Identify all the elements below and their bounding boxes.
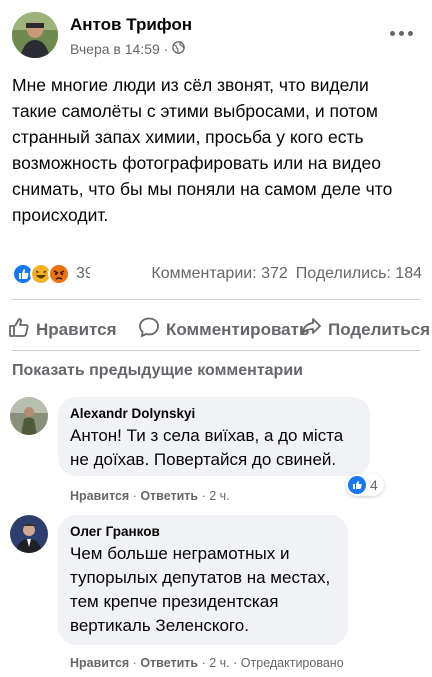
stats-right: Комментарии: 372 Поделились: 184	[151, 265, 422, 283]
comment-reply-link[interactable]: Ответить	[140, 656, 198, 670]
speech-bubble-icon	[138, 316, 160, 343]
commenter-name[interactable]: Олег Гранков	[70, 524, 336, 539]
divider-top	[12, 299, 420, 300]
angry-icon	[48, 263, 70, 285]
comment-like-link[interactable]: Нравится	[70, 656, 129, 670]
comment-bubble: Олег Гранков Чем больше неграмотных и ту…	[58, 515, 348, 645]
author-name[interactable]: Антов Трифон	[70, 15, 192, 35]
like-icon	[348, 476, 366, 494]
comment-actions: Нравится · Ответить · 2 ч.	[70, 489, 230, 503]
comment-time[interactable]: 2 ч.	[209, 656, 229, 670]
comments-count[interactable]: Комментарии: 372	[151, 265, 287, 283]
post-header: Антов Трифон Вчера в 14:59 ·	[12, 12, 420, 62]
separator: ·	[233, 656, 238, 670]
meta-separator: ·	[163, 41, 169, 57]
comment-actions: Нравится · Ответить · 2 ч. · Отредактиро…	[70, 656, 344, 670]
share-arrow-icon	[300, 316, 322, 343]
reactions-summary[interactable]	[12, 263, 70, 285]
comment-text: Чем больше неграмотных и тупорылых депут…	[70, 544, 331, 635]
thumbs-up-icon	[8, 316, 30, 343]
post-body: Мне многие люди из сёл звонят, что видел…	[12, 75, 393, 225]
shares-count[interactable]: Поделились: 184	[296, 265, 422, 283]
separator: ·	[201, 489, 206, 503]
comment-text: Антон! Ти з села виїхав, а до міста не д…	[70, 426, 344, 469]
comment-reply-link[interactable]: Ответить	[140, 489, 198, 503]
edited-label: Отредактировано	[240, 656, 344, 670]
comment-like-link[interactable]: Нравится	[70, 489, 129, 503]
share-label: Поделиться	[328, 319, 431, 339]
more-options-icon[interactable]	[386, 22, 416, 44]
separator: ·	[132, 489, 137, 503]
comment-button[interactable]: Комментировать	[138, 316, 309, 343]
separator: ·	[132, 656, 137, 670]
divider-bottom	[12, 350, 420, 351]
comment-time[interactable]: 2 ч.	[209, 489, 229, 503]
post-time[interactable]: Вчера в 14:59	[70, 41, 160, 57]
commenter-name[interactable]: Alexandr Dolynskyi	[70, 406, 358, 421]
separator: ·	[201, 656, 206, 670]
like-button[interactable]: Нравится	[8, 316, 117, 343]
share-button[interactable]: Поделиться	[300, 316, 430, 343]
comment-label: Комментировать	[166, 319, 310, 339]
comment-reaction-count: 4	[370, 477, 378, 493]
reaction-count[interactable]: 39	[76, 265, 90, 283]
comment-bubble: Alexandr Dolynskyi Антон! Ти з села виїх…	[58, 397, 370, 476]
commenter-avatar[interactable]	[10, 515, 48, 553]
globe-icon	[172, 41, 186, 57]
post-meta: Вчера в 14:59 ·	[70, 41, 186, 57]
show-previous-comments[interactable]: Показать предыдущие комментарии	[12, 362, 303, 380]
post-actions: Нравится Комментировать Поделиться	[0, 310, 432, 342]
post-stats: 39 Комментарии: 372 Поделились: 184	[12, 262, 422, 286]
author-avatar[interactable]	[12, 12, 58, 58]
like-label: Нравится	[36, 319, 117, 339]
commenter-avatar[interactable]	[10, 397, 48, 435]
comment-reactions[interactable]: 4	[346, 474, 384, 496]
